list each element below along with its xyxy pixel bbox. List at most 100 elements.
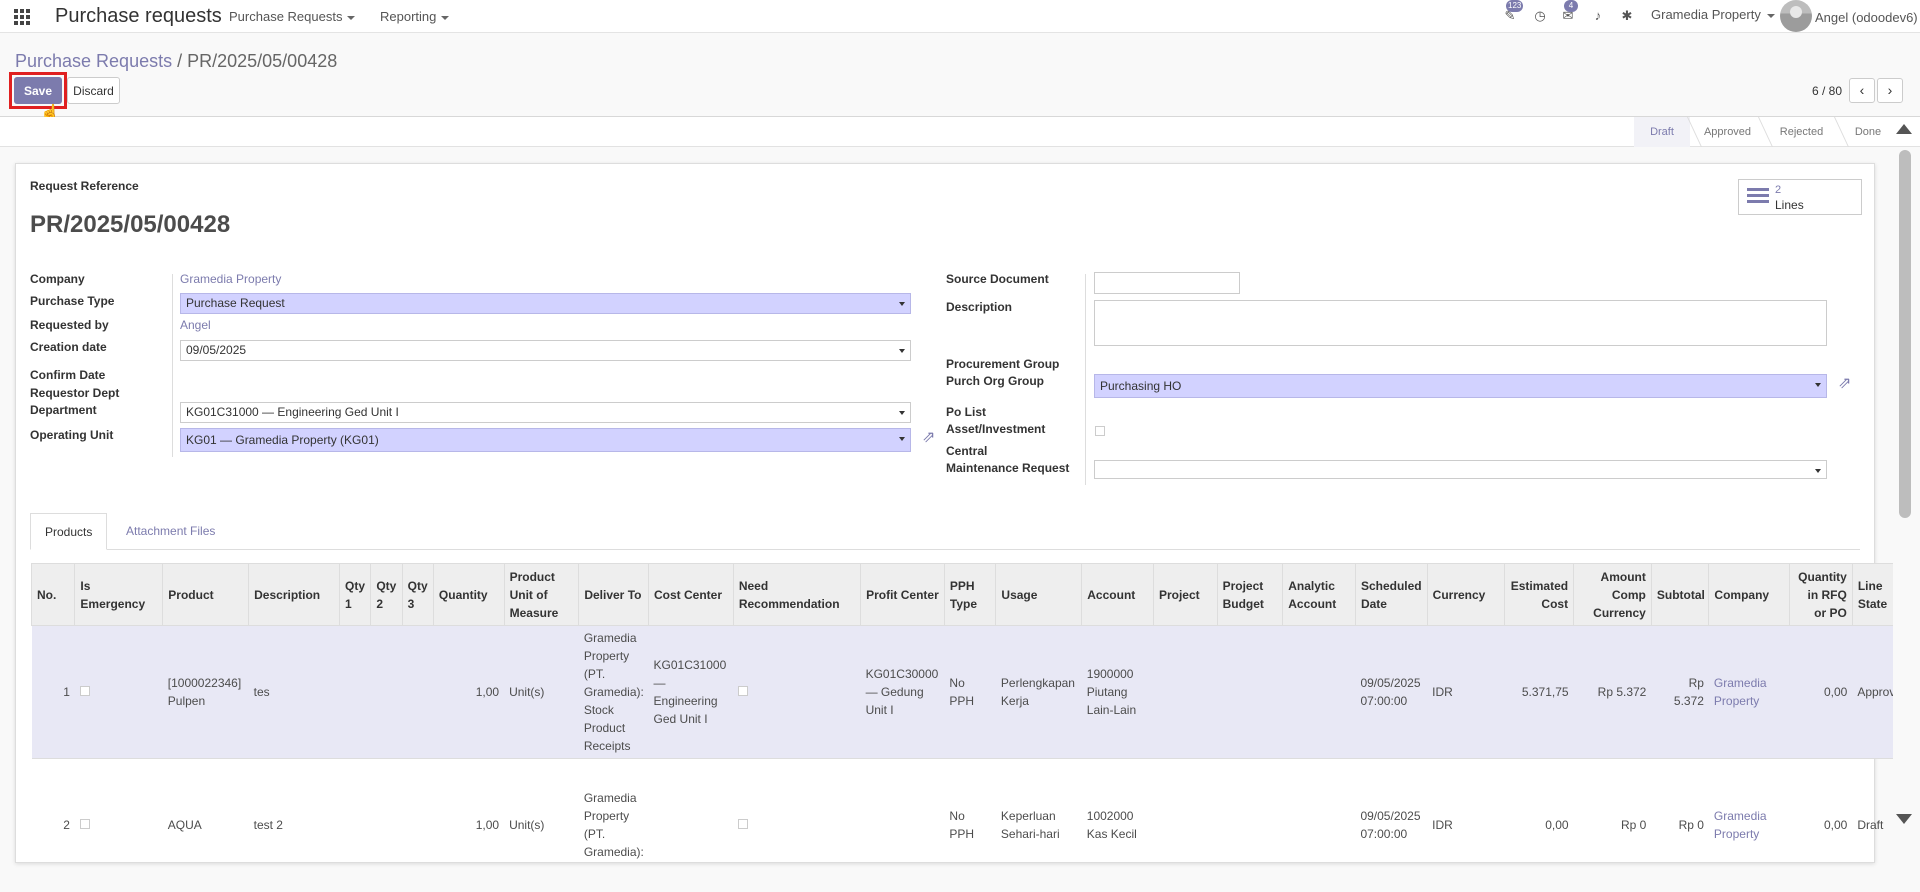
left-group-divider xyxy=(172,274,173,457)
bell-icon[interactable]: ♪ xyxy=(1590,9,1606,23)
menu-reporting[interactable]: Reporting xyxy=(380,9,449,24)
source-document-input[interactable] xyxy=(1094,272,1240,294)
row-company-link[interactable]: Gramedia Property xyxy=(1708,625,1790,759)
row-line-state: Approved xyxy=(1852,625,1893,759)
row-emergency-cell xyxy=(74,758,163,892)
chat-icon[interactable]: ✉ 4 xyxy=(1560,0,1578,23)
request-reference-value: PR/2025/05/00428 xyxy=(30,211,231,238)
lines-smart-button[interactable]: 2 Lines xyxy=(1738,179,1862,215)
row-product: AQUA xyxy=(162,758,249,892)
col-account[interactable]: Account xyxy=(1081,563,1154,626)
need-recommendation-checkbox[interactable] xyxy=(738,819,749,830)
col-need-recommendation[interactable]: Need Recommendation xyxy=(732,563,861,626)
row-no: 1 xyxy=(31,625,75,759)
tab-products[interactable]: Products xyxy=(30,513,108,550)
col-profit-center[interactable]: Profit Center xyxy=(860,563,945,626)
company-switcher[interactable]: Gramedia Property xyxy=(1651,7,1775,22)
col-qty-rfq[interactable]: Quantity in RFQ or PO xyxy=(1789,563,1853,626)
external-link-icon[interactable]: ⇗ xyxy=(922,430,940,448)
col-project-budget[interactable]: Project Budget xyxy=(1216,563,1283,626)
row-deliver-to: Gramedia Property (PT. Gramedia): Stock … xyxy=(578,625,649,759)
col-usage[interactable]: Usage xyxy=(995,563,1082,626)
scroll-up-icon[interactable] xyxy=(1896,124,1912,134)
row-currency: IDR xyxy=(1427,758,1505,892)
col-line-state[interactable]: Line State xyxy=(1851,563,1893,626)
emergency-checkbox[interactable] xyxy=(79,819,90,830)
need-recommendation-checkbox[interactable] xyxy=(738,686,749,696)
emergency-checkbox[interactable] xyxy=(79,686,90,696)
asset-investment-checkbox[interactable] xyxy=(1095,426,1105,436)
col-product[interactable]: Product xyxy=(162,563,249,626)
description-textarea[interactable] xyxy=(1094,300,1827,346)
col-subtotal[interactable]: Subtotal xyxy=(1650,563,1709,626)
col-qty3[interactable]: Qty 3 xyxy=(401,563,434,626)
tab-attachment-files[interactable]: Attachment Files xyxy=(126,513,215,550)
purchase-type-select[interactable]: Purchase Request xyxy=(180,293,911,314)
activity-edit-icon[interactable]: ✎ 123 xyxy=(1502,0,1524,23)
row-subtotal: Rp 5.372 xyxy=(1651,625,1709,759)
purchase-type-label: Purchase Type xyxy=(30,294,115,308)
col-deliver-to[interactable]: Deliver To xyxy=(578,563,649,626)
breadcrumb-parent[interactable]: Purchase Requests xyxy=(15,51,172,71)
requested-by-link[interactable]: Angel xyxy=(180,318,211,332)
stage-done[interactable]: Done xyxy=(1842,117,1894,147)
clock-icon[interactable]: ◷ xyxy=(1532,9,1548,23)
user-avatar[interactable] xyxy=(1780,0,1812,32)
col-no[interactable]: No. xyxy=(30,563,75,626)
pager-prev-button[interactable]: ‹ xyxy=(1849,78,1875,103)
row-qty3 xyxy=(402,625,434,759)
lines-label: Lines xyxy=(1775,198,1804,212)
col-company[interactable]: Company xyxy=(1708,563,1790,626)
row-project-budget xyxy=(1217,758,1283,892)
scrollbar-thumb[interactable] xyxy=(1899,150,1911,518)
col-estimated-cost[interactable]: Estimated Cost xyxy=(1504,563,1574,626)
maintenance-request-select[interactable] xyxy=(1094,460,1827,479)
company-link[interactable]: Gramedia Property xyxy=(180,272,281,286)
requestor-dept-label: Requestor Dept xyxy=(30,386,120,400)
chat-badge: 4 xyxy=(1564,0,1578,12)
col-analytic-account[interactable]: Analytic Account xyxy=(1282,563,1356,626)
scroll-down-icon[interactable] xyxy=(1896,814,1912,824)
row-uom: Unit(s) xyxy=(504,625,579,759)
row-quantity: 1,00 xyxy=(433,758,505,892)
operating-unit-select[interactable]: KG01 — Gramedia Property (KG01) xyxy=(180,428,911,452)
col-currency[interactable]: Currency xyxy=(1426,563,1505,626)
row-need-recommendation-cell xyxy=(733,758,861,892)
col-is-emergency[interactable]: Is Emergency xyxy=(74,563,163,626)
col-project[interactable]: Project xyxy=(1152,563,1218,626)
col-pph-type[interactable]: PPH Type xyxy=(943,563,996,626)
row-company-link[interactable]: Gramedia Property xyxy=(1708,758,1790,892)
row-qty3 xyxy=(402,758,434,892)
row-analytic-account xyxy=(1282,625,1356,759)
col-scheduled-date[interactable]: Scheduled Date xyxy=(1354,563,1428,626)
row-project xyxy=(1153,625,1218,759)
col-amount-comp-currency[interactable]: Amount Comp Currency xyxy=(1573,563,1652,626)
apps-menu-icon[interactable] xyxy=(14,9,30,25)
col-uom[interactable]: Product Unit of Measure xyxy=(503,563,579,626)
purch-org-group-select[interactable]: Purchasing HO xyxy=(1094,374,1827,398)
col-qty1[interactable]: Qty 1 xyxy=(339,563,371,626)
row-cost-center: KG01C31000 — Engineering Ged Unit I xyxy=(648,625,734,759)
col-qty2[interactable]: Qty 2 xyxy=(370,563,403,626)
table-row[interactable]: 2 AQUA test 2 1,00 Unit(s) Gramedia Prop… xyxy=(31,758,1893,892)
creation-date-field[interactable]: 09/05/2025 xyxy=(180,340,911,361)
user-menu[interactable]: Angel (odoodev6) xyxy=(1815,10,1918,25)
pager-next-button[interactable]: › xyxy=(1877,78,1903,103)
bug-icon[interactable]: ✱ xyxy=(1619,9,1635,23)
purch-org-group-label: Purch Org Group xyxy=(946,374,1045,388)
col-cost-center[interactable]: Cost Center xyxy=(648,563,734,626)
row-profit-center: KG01C30000 — Gedung Unit I xyxy=(860,625,945,759)
department-select[interactable]: KG01C31000 — Engineering Ged Unit I xyxy=(180,402,911,423)
row-product: [1000022346] Pulpen xyxy=(162,625,249,759)
row-profit-center xyxy=(860,758,945,892)
col-description[interactable]: Description xyxy=(248,563,340,626)
external-link-icon[interactable]: ⇗ xyxy=(1838,376,1856,394)
menu-purchase-requests[interactable]: Purchase Requests xyxy=(229,9,355,24)
department-label: Department xyxy=(30,403,97,417)
save-highlight-box xyxy=(9,72,67,109)
discard-button[interactable]: Discard xyxy=(67,77,120,104)
col-quantity[interactable]: Quantity xyxy=(432,563,505,626)
maintenance-request-label: Maintenance Request xyxy=(946,461,1070,475)
row-project xyxy=(1153,758,1218,892)
table-row[interactable]: 1 [1000022346] Pulpen tes 1,00 Unit(s) G… xyxy=(31,625,1893,759)
